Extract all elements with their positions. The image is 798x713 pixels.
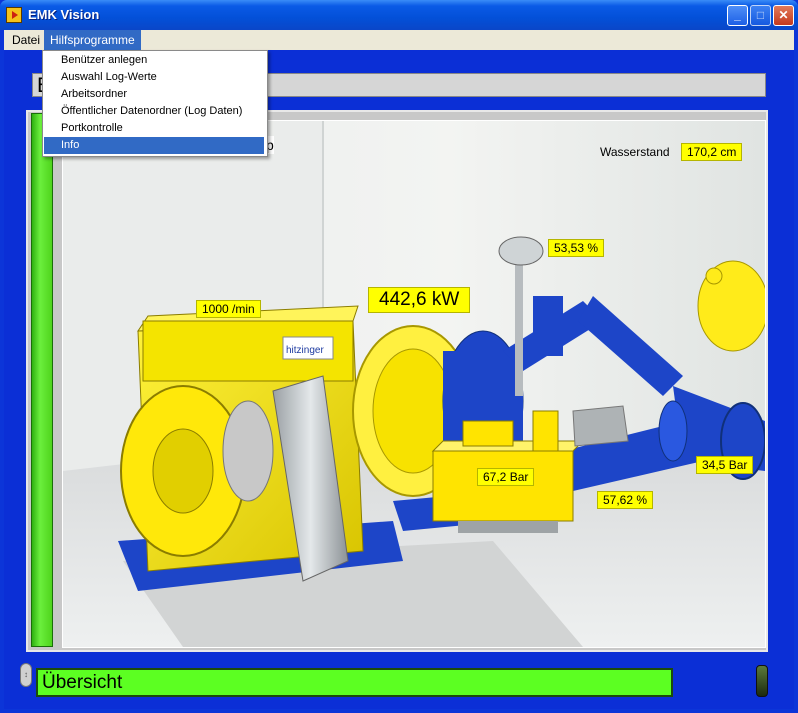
drehzahl-value: 1000 /min	[196, 300, 261, 318]
svg-text:hitzinger: hitzinger	[286, 345, 324, 356]
view-name-text: Übersicht	[42, 672, 123, 693]
druck-leitung-value: 34,5 Bar	[696, 456, 754, 474]
close-button[interactable]: ✕	[773, 5, 794, 26]
wasserstand-value: 170,2 cm	[681, 143, 743, 161]
turbine-illustration: hitzinger	[63, 121, 765, 647]
menu-item-auswahl-log-werte[interactable]: Auswahl Log-Werte	[44, 69, 264, 86]
level-bar	[31, 113, 53, 647]
status-led	[756, 665, 768, 697]
menu-hilfsprogramme[interactable]: Hilfsprogramme	[44, 30, 141, 50]
wasserstand-label: Wasserstand	[600, 145, 670, 159]
druck-hydraulik-value: 67,2 Bar	[477, 468, 535, 486]
app-window: EMK Vision _ □ ✕ Datei Hilfsprogramme E	[0, 0, 798, 713]
app-icon	[6, 7, 22, 23]
leistung-value: 442,6 kW	[368, 287, 471, 313]
menu-datei[interactable]: Datei	[6, 30, 46, 50]
menu-item-arbeitsordner[interactable]: Arbeitsordner	[44, 86, 264, 103]
menu-item-oeffentlicher-datenordner[interactable]: Öffentlicher Datenordner (Log Daten)	[44, 103, 264, 120]
maximize-button[interactable]: □	[750, 5, 771, 26]
view-selector-knob[interactable]: ↕	[20, 663, 32, 687]
turbine-photo: hitzinger	[62, 120, 766, 648]
minimize-button[interactable]: _	[727, 5, 748, 26]
menu-bar: Datei Hilfsprogramme	[4, 30, 794, 50]
view-name-field[interactable]: Übersicht	[36, 668, 673, 697]
menu-item-info[interactable]: Info	[44, 137, 264, 154]
window-title: EMK Vision	[28, 7, 100, 22]
menu-item-benuetzer-anlegen[interactable]: Benützer anlegen	[44, 52, 264, 69]
oeffnung-oben-value: 53,53 %	[548, 239, 605, 257]
menu-item-portkontrolle[interactable]: Portkontrolle	[44, 120, 264, 137]
oeffnung-unten-value: 57,62 %	[597, 491, 654, 509]
hilfsprogramme-dropdown: Benützer anlegen Auswahl Log-Werte Arbei…	[42, 50, 268, 157]
title-bar[interactable]: EMK Vision _ □ ✕	[0, 0, 798, 30]
